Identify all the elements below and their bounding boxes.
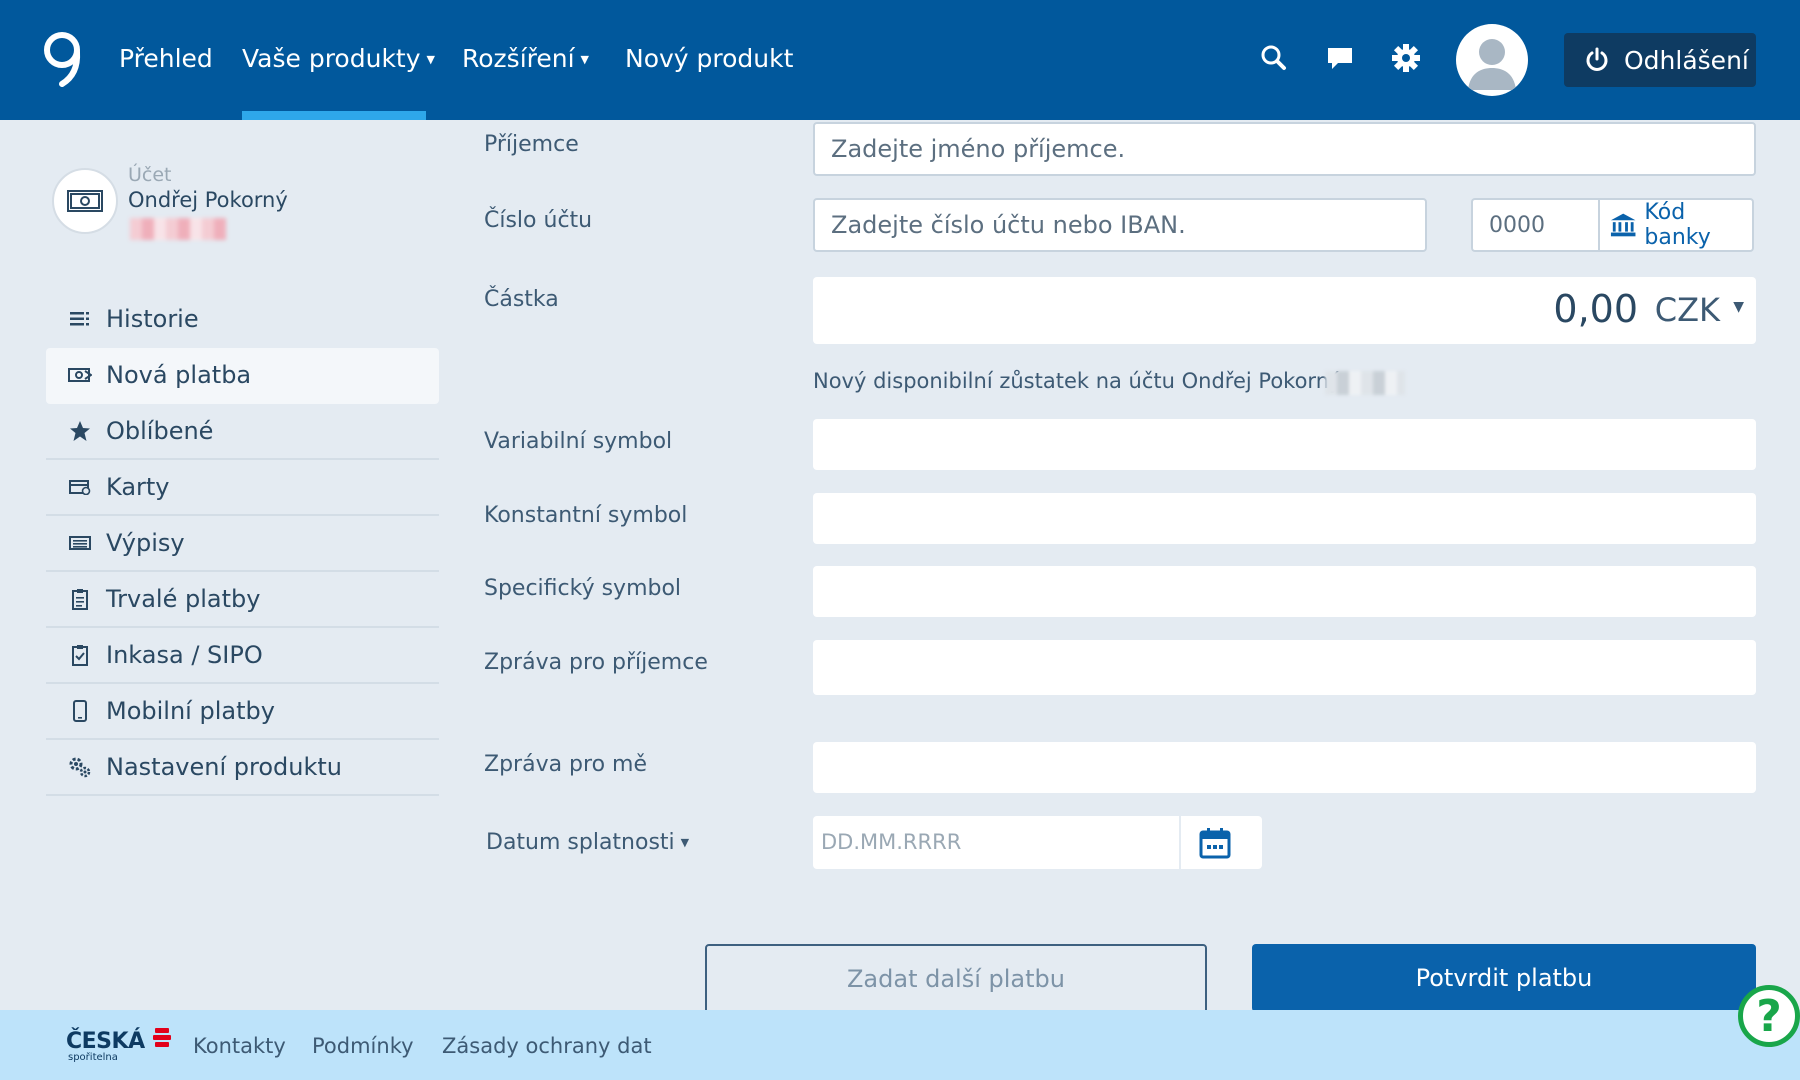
account-avatar	[52, 168, 118, 234]
logout-label: Odhlášení	[1624, 45, 1749, 75]
currency-select[interactable]: CZK	[1655, 291, 1720, 329]
specific-symbol-input[interactable]	[813, 566, 1756, 617]
nav-extensions[interactable]: Rozšíření ▼	[462, 44, 589, 73]
caret-down-icon: ▼	[580, 53, 590, 66]
gears-icon	[68, 755, 92, 779]
bank-logo-icon[interactable]	[40, 28, 90, 92]
bank-code-button[interactable]: Kód banky	[1598, 198, 1754, 252]
top-navigation-bar: Přehled Vaše produkty ▼ Rozšíření ▼ Nový p…	[0, 0, 1800, 120]
confirm-payment-button[interactable]: Potvrdit platbu	[1252, 944, 1756, 1012]
sidebar-item-label: Karty	[106, 473, 170, 501]
sidebar-item-label: Oblíbené	[106, 417, 214, 445]
sidebar-item-statements[interactable]: Výpisy	[46, 516, 439, 572]
caret-down-icon: ▼	[426, 53, 435, 66]
phone-icon	[68, 699, 92, 723]
add-another-payment-button[interactable]: Zadat další platbu	[705, 944, 1207, 1014]
nav-new-product[interactable]: Nový produkt	[625, 44, 793, 73]
chat-icon[interactable]	[1324, 42, 1356, 74]
footer-link-privacy[interactable]: Zásady ochrany dat	[442, 1034, 652, 1058]
variable-symbol-label: Variabilní symbol	[484, 429, 673, 454]
bank-code-label: Kód banky	[1644, 200, 1711, 250]
caret-down-icon: ▼	[1733, 299, 1744, 315]
help-button[interactable]: ?	[1738, 985, 1800, 1047]
sidebar-item-label: Historie	[106, 305, 199, 333]
add-another-payment-label: Zadat další platbu	[846, 965, 1065, 993]
sidebar-item-new-payment[interactable]: Nová platba	[46, 348, 439, 404]
sidebar-item-product-settings[interactable]: Nastavení produktu	[46, 740, 439, 796]
account-number-placeholder: Zadejte číslo účtu nebo IBAN.	[831, 211, 1186, 239]
bank-code-input[interactable]: 0000	[1471, 198, 1599, 252]
active-nav-indicator	[242, 111, 426, 120]
search-icon[interactable]	[1258, 42, 1290, 74]
sidebar-item-favorites[interactable]: Oblíbené	[46, 404, 439, 460]
message-recipient-label: Zpráva pro příjemce	[484, 650, 708, 675]
due-date-dropdown[interactable]: Datum splatnosti ▼	[486, 830, 689, 855]
sidebar-item-label: Nastavení produktu	[106, 753, 342, 781]
user-icon	[1468, 39, 1516, 90]
sidebar-item-label: Inkasa / SIPO	[106, 641, 263, 669]
caret-down-icon: ▼	[680, 836, 690, 849]
available-balance-redacted	[1325, 371, 1405, 395]
amount-value: 0,00	[1553, 287, 1638, 331]
clipboard-check-icon	[68, 643, 92, 667]
user-avatar[interactable]	[1456, 24, 1528, 96]
footer-link-terms[interactable]: Podmínky	[312, 1034, 414, 1058]
available-balance-note: Nový disponibilní zůstatek na účtu Ondře…	[813, 369, 1356, 393]
nav-overview[interactable]: Přehled	[119, 44, 213, 73]
sidebar-item-history[interactable]: Historie	[46, 292, 439, 348]
gear-icon[interactable]	[1390, 42, 1422, 74]
recipient-input[interactable]: Zadejte jméno příjemce.	[813, 122, 1756, 176]
ceska-sporitelna-logo[interactable]: ČESKÁ spořitelna	[66, 1026, 172, 1063]
due-date-input[interactable]: DD.MM.RRRR	[821, 830, 961, 854]
nav-your-products[interactable]: Vaše produkty ▼	[242, 44, 435, 73]
power-icon	[1586, 47, 1608, 71]
recipient-label: Příjemce	[484, 132, 579, 157]
sidebar-item-label: Nová platba	[106, 361, 252, 389]
logout-button[interactable]: Odhlášení	[1564, 33, 1756, 87]
variable-symbol-input[interactable]	[813, 419, 1756, 470]
amount-label: Částka	[484, 287, 559, 312]
constant-symbol-label: Konstantní symbol	[484, 503, 688, 528]
footer-link-contacts[interactable]: Kontakty	[193, 1034, 286, 1058]
account-number-label: Číslo účtu	[484, 208, 593, 233]
confirm-payment-label: Potvrdit platbu	[1415, 964, 1593, 992]
list-icon	[68, 307, 92, 331]
account-number-input[interactable]: Zadejte číslo účtu nebo IBAN.	[813, 198, 1427, 252]
star-icon	[68, 419, 92, 443]
bank-building-icon	[1610, 213, 1636, 237]
message-me-label: Zpráva pro mě	[484, 752, 648, 777]
message-me-input[interactable]	[813, 742, 1756, 793]
amount-input[interactable]: 0,00 CZK ▼	[813, 277, 1756, 344]
specific-symbol-label: Specifický symbol	[484, 576, 682, 601]
payment-icon	[68, 363, 92, 387]
brand-mark-icon	[152, 1028, 171, 1047]
question-mark-icon: ?	[1756, 990, 1782, 1042]
sidebar-item-direct-debits[interactable]: Inkasa / SIPO	[46, 628, 439, 684]
calendar-icon[interactable]	[1198, 826, 1232, 860]
sidebar-item-cards[interactable]: Karty	[46, 460, 439, 516]
sidebar-item-label: Výpisy	[106, 529, 185, 557]
recipient-placeholder: Zadejte jméno příjemce.	[831, 135, 1126, 163]
sidebar-item-mobile-payments[interactable]: Mobilní platby	[46, 684, 439, 740]
bank-code-placeholder: 0000	[1489, 212, 1545, 238]
account-number-redacted	[130, 218, 226, 240]
constant-symbol-input[interactable]	[813, 493, 1756, 544]
statement-icon	[68, 531, 92, 555]
due-date-field: DD.MM.RRRR	[813, 816, 1262, 869]
account-label: Účet	[128, 164, 172, 186]
footer-brand-sub: spořitelna	[68, 1052, 118, 1063]
card-icon	[68, 475, 92, 499]
due-date-divider	[1179, 816, 1181, 869]
sidebar-menu: Historie Nová platba Oblíbené Karty Výpi…	[46, 292, 439, 796]
banknote-icon	[67, 190, 103, 212]
account-owner-name: Ondřej Pokorný	[128, 188, 288, 212]
sidebar-item-label: Mobilní platby	[106, 697, 275, 725]
sidebar-item-label: Trvalé platby	[106, 585, 261, 613]
message-recipient-input[interactable]	[813, 640, 1756, 695]
sidebar-item-standing-orders[interactable]: Trvalé platby	[46, 572, 439, 628]
footer-brand: ČESKÁ	[66, 1029, 145, 1054]
clipboard-icon	[68, 587, 92, 611]
due-date-label: Datum splatnosti	[486, 830, 675, 855]
